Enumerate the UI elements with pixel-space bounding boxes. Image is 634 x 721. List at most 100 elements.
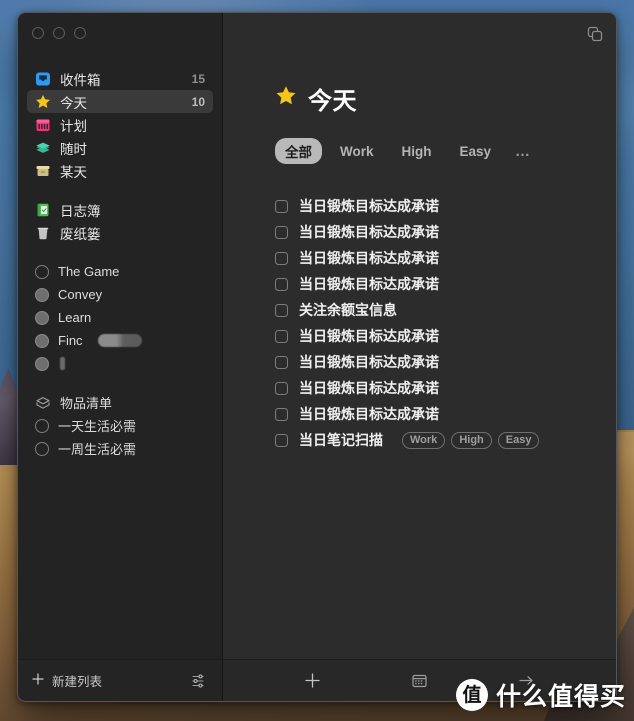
- star-icon: [275, 85, 297, 112]
- bottom-toolbar: 新建列表: [18, 659, 616, 701]
- stacked-windows-icon[interactable]: [586, 25, 604, 43]
- task-title: 当日锻炼目标达成承诺: [299, 380, 439, 396]
- task-row[interactable]: 当日锻炼目标达成承诺: [275, 323, 616, 349]
- add-task-button[interactable]: [304, 672, 321, 689]
- sidebar-item-label: 物品清单: [60, 396, 113, 411]
- sidebar-group-projects: The Game Convey Learn Finc: [18, 260, 222, 375]
- sidebar-group-smartlists: 收件箱 15 今天 10 计划 随时 某天: [18, 67, 222, 182]
- filter-tab-easy[interactable]: Easy: [450, 141, 502, 162]
- plus-icon: [32, 672, 44, 690]
- sidebar-item-logbook[interactable]: 日志簿: [27, 198, 213, 221]
- sidebar-item-label: 某天: [60, 164, 87, 180]
- task-checkbox[interactable]: [275, 355, 288, 369]
- task-title: 关注余额宝信息: [299, 302, 397, 318]
- logbook-icon: [35, 202, 51, 218]
- task-title: 当日锻炼目标达成承诺: [299, 250, 439, 266]
- close-button[interactable]: [32, 27, 44, 39]
- project-circle-icon: [35, 333, 49, 348]
- sidebar-item-label: 废纸篓: [60, 226, 101, 242]
- task-tag[interactable]: Easy: [497, 431, 540, 449]
- task-title: 当日锻炼目标达成承诺: [299, 276, 439, 292]
- sidebar-item-anytime[interactable]: 随时: [27, 136, 213, 159]
- task-row[interactable]: 当日锻炼目标达成承诺: [275, 271, 616, 297]
- filter-tab-high[interactable]: High: [392, 141, 442, 162]
- app-window: 收件箱 15 今天 10 计划 随时 某天 日志簿 废纸篓 The Game C…: [17, 12, 617, 702]
- star-icon: [35, 94, 51, 110]
- minimize-button[interactable]: [53, 27, 65, 39]
- task-row[interactable]: 当日锻炼目标达成承诺: [275, 375, 616, 401]
- sidebar-item-label: 一天生活必需: [58, 419, 137, 434]
- task-checkbox[interactable]: [275, 199, 288, 213]
- calendar-icon[interactable]: [411, 672, 428, 689]
- main-content: 今天 全部 Work High Easy … 当日锻炼目标达成承诺 当日锻炼目标…: [223, 13, 616, 453]
- sidebar-item-the-game[interactable]: The Game: [27, 260, 213, 283]
- sidebar-item-inbox[interactable]: 收件箱 15: [27, 67, 213, 90]
- calendar-icon: [35, 117, 51, 133]
- task-checkbox[interactable]: [275, 329, 288, 343]
- task-tag[interactable]: High: [451, 431, 492, 449]
- main-pane: 今天 全部 Work High Easy … 当日锻炼目标达成承诺 当日锻炼目标…: [223, 13, 616, 659]
- sidebar-item-weekly-needs[interactable]: 一周生活必需: [27, 437, 213, 460]
- filter-tabs: 全部 Work High Easy …: [275, 138, 616, 164]
- box-icon: [35, 163, 51, 179]
- task-row[interactable]: 当日锻炼目标达成承诺: [275, 219, 616, 245]
- sidebar-item-today[interactable]: 今天 10: [27, 90, 213, 113]
- task-checkbox[interactable]: [275, 277, 288, 291]
- new-list-label: 新建列表: [52, 675, 103, 689]
- sidebar-item-label: 日志簿: [60, 203, 101, 219]
- task-row[interactable]: 当日笔记扫描 Work High Easy: [275, 427, 616, 453]
- sidebar-item-label: 计划: [60, 118, 87, 134]
- sidebar-item-label: Learn: [58, 310, 92, 325]
- sidebar-item-redacted[interactable]: [27, 352, 213, 375]
- trash-icon: [35, 225, 51, 241]
- filter-tab-all[interactable]: 全部: [275, 138, 322, 164]
- sidebar-list[interactable]: 收件箱 15 今天 10 计划 随时 某天 日志簿 废纸篓 The Game C…: [18, 53, 222, 659]
- task-title: 当日锻炼目标达成承诺: [299, 198, 439, 214]
- project-circle-icon: [35, 356, 49, 371]
- task-row[interactable]: 当日锻炼目标达成承诺: [275, 193, 616, 219]
- task-row[interactable]: 当日锻炼目标达成承诺: [275, 245, 616, 271]
- sidebar-group-areas: 物品清单 一天生活必需 一周生活必需: [18, 391, 222, 460]
- task-list: 当日锻炼目标达成承诺 当日锻炼目标达成承诺 当日锻炼目标达成承诺 当日锻炼目标达…: [275, 193, 616, 453]
- sidebar-item-upcoming[interactable]: 计划: [27, 113, 213, 136]
- task-tag[interactable]: Work: [402, 431, 446, 449]
- task-title: 当日锻炼目标达成承诺: [299, 354, 439, 370]
- task-checkbox[interactable]: [275, 381, 288, 395]
- sidebar-item-count: 15: [191, 71, 205, 86]
- sidebar-item-label: Finc: [58, 333, 83, 348]
- task-checkbox[interactable]: [275, 303, 288, 317]
- filter-more-button[interactable]: …: [509, 140, 538, 163]
- task-checkbox[interactable]: [275, 225, 288, 239]
- task-row[interactable]: 当日锻炼目标达成承诺: [275, 401, 616, 427]
- task-row[interactable]: 当日锻炼目标达成承诺: [275, 349, 616, 375]
- move-icon[interactable]: [518, 672, 535, 689]
- sidebar-item-inventory[interactable]: 物品清单: [27, 391, 213, 414]
- project-circle-icon: [35, 264, 49, 279]
- main-toolbar: [223, 660, 616, 701]
- sliders-icon[interactable]: [190, 673, 206, 689]
- sidebar-item-label: 随时: [60, 141, 87, 157]
- project-circle-icon: [35, 287, 49, 302]
- sidebar-item-convey[interactable]: Convey: [27, 283, 213, 306]
- page-title-text: 今天: [308, 88, 357, 115]
- project-circle-icon: [35, 418, 49, 433]
- sidebar-item-daily-needs[interactable]: 一天生活必需: [27, 414, 213, 437]
- task-title: 当日笔记扫描: [299, 432, 383, 448]
- sidebar-item-learn[interactable]: Learn: [27, 306, 213, 329]
- task-checkbox[interactable]: [275, 251, 288, 265]
- task-checkbox[interactable]: [275, 407, 288, 421]
- task-row[interactable]: 关注余额宝信息: [275, 297, 616, 323]
- filter-tab-work[interactable]: Work: [330, 141, 384, 162]
- project-circle-icon: [35, 441, 49, 456]
- sidebar-item-trash[interactable]: 废纸篓: [27, 221, 213, 244]
- window-body: 收件箱 15 今天 10 计划 随时 某天 日志簿 废纸篓 The Game C…: [18, 13, 616, 659]
- sidebar-item-finc[interactable]: Finc: [27, 329, 213, 352]
- task-checkbox[interactable]: [275, 433, 288, 447]
- sidebar-item-someday[interactable]: 某天: [27, 159, 213, 182]
- sidebar-item-label: Convey: [58, 287, 103, 302]
- inbox-icon: [35, 71, 51, 87]
- sidebar-item-label: 一周生活必需: [58, 442, 137, 457]
- new-list-button[interactable]: 新建列表: [32, 671, 102, 690]
- traffic-lights: [18, 13, 222, 53]
- zoom-button[interactable]: [74, 27, 86, 39]
